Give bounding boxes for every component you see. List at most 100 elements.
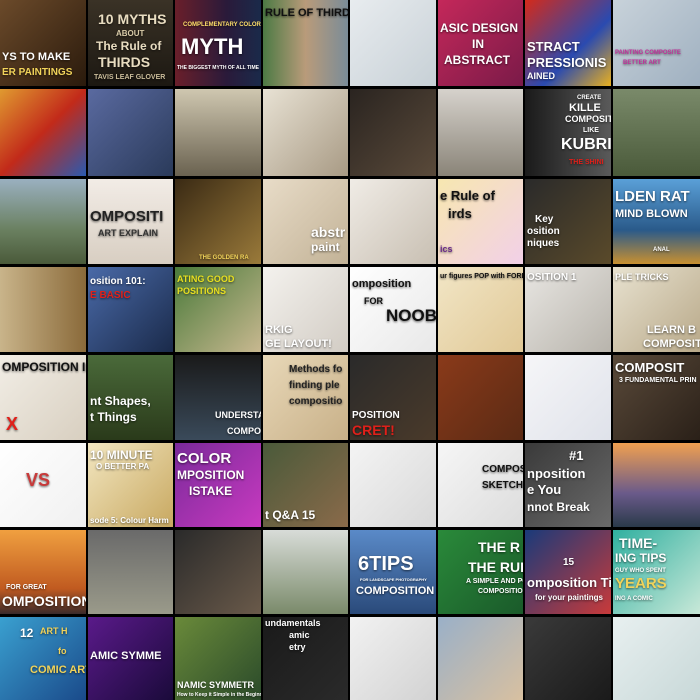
thumbnail-caption: X xyxy=(6,414,19,434)
video-thumbnail[interactable]: CREATEKILLECOMPOSITIO LIKE KUBRI THE SHINI xyxy=(525,89,611,176)
thumbnail-caption: A SIMPLE AND POWER xyxy=(466,578,523,585)
video-thumbnail[interactable] xyxy=(0,267,86,352)
thumbnail-caption: amic xyxy=(289,630,310,640)
thumbnail-caption: ING TIPS xyxy=(615,551,667,565)
video-thumbnail[interactable]: ur figures POP with FORESHOR xyxy=(438,267,523,352)
video-thumbnail[interactable] xyxy=(613,443,700,527)
thumbnail-caption: LIKE xyxy=(583,127,599,134)
video-thumbnail[interactable]: 12 ART H fo COMIC ART xyxy=(0,617,86,700)
thumbnail-caption: undamentals xyxy=(265,618,321,628)
video-thumbnail[interactable] xyxy=(88,89,173,176)
video-thumbnail[interactable] xyxy=(438,355,523,440)
video-thumbnail[interactable] xyxy=(350,179,436,264)
video-thumbnail[interactable]: POSITION CRET! xyxy=(350,355,436,440)
video-thumbnail[interactable]: VS xyxy=(0,443,86,527)
video-thumbnail[interactable]: 6TIPS FOR LANDSCAPE PHOTOGRAPHY COMPOSITIO… xyxy=(350,530,436,614)
video-thumbnail[interactable]: OSITION 1 xyxy=(525,267,611,352)
thumbnail-caption: ART H xyxy=(40,626,68,636)
thumbnail-caption: t Things xyxy=(90,410,137,424)
video-thumbnail[interactable]: e Rule of irds ics xyxy=(438,179,523,264)
video-thumbnail[interactable] xyxy=(613,617,700,700)
thumbnail-caption: MIND BLOWN xyxy=(615,208,688,220)
thumbnail-caption: IN xyxy=(472,37,484,51)
video-thumbnail[interactable]: Key osition niques xyxy=(525,179,611,264)
thumbnail-caption: nnot Break xyxy=(527,500,590,514)
video-thumbnail[interactable]: FOR GREAT OMPOSITION xyxy=(0,530,86,614)
thumbnail-caption: OMPOSITION IN xyxy=(2,360,86,374)
thumbnail-caption: OMPOSITION xyxy=(2,593,86,609)
thumbnail-caption: O BETTER PA xyxy=(96,462,150,471)
video-thumbnail[interactable] xyxy=(350,443,436,527)
video-thumbnail[interactable]: PLE TRICKS LEARN B COMPOSIT xyxy=(613,267,700,352)
thumbnail-caption: THIRDS xyxy=(98,54,151,70)
thumbnail-caption: COMPOSITION xyxy=(356,585,435,597)
video-thumbnail[interactable]: YS TO MAKE ER PAINTINGS xyxy=(0,0,86,86)
video-thumbnail[interactable] xyxy=(438,617,523,700)
thumbnail-caption: osition 101: xyxy=(90,276,146,287)
thumbnail-caption: Key xyxy=(535,214,554,225)
thumbnail-caption: fo xyxy=(58,646,67,656)
video-thumbnail[interactable] xyxy=(0,89,86,176)
video-thumbnail[interactable] xyxy=(175,530,261,614)
thumbnail-caption: ur figures POP with FORESHOR xyxy=(440,273,523,280)
video-thumbnail[interactable]: LDEN RAT MIND BLOWN ANAL xyxy=(613,179,700,264)
video-thumbnail[interactable]: omposition FOR NOOB xyxy=(350,267,436,352)
video-thumbnail[interactable] xyxy=(175,89,261,176)
thumbnail-caption: COMPO xyxy=(227,426,261,436)
video-thumbnail[interactable]: COMPLEMENTARY COLORS MYTH THE BIGGEST MYTH… xyxy=(175,0,261,86)
video-thumbnail[interactable]: COMPOSIT SKETCH xyxy=(438,443,523,527)
video-thumbnail[interactable]: Methods fo finding ple compositio xyxy=(263,355,348,440)
video-thumbnail[interactable] xyxy=(350,0,436,86)
thumbnail-caption: PAINTING COMPOSITE xyxy=(615,50,681,56)
video-thumbnail[interactable] xyxy=(350,617,436,700)
video-thumbnail[interactable] xyxy=(613,89,700,176)
video-thumbnail[interactable]: COMPOSIT 3 FUNDAMENTAL PRIN xyxy=(613,355,700,440)
thumbnail-caption: finding ple xyxy=(289,380,340,391)
thumbnail-caption: THE RULE OF THIR xyxy=(468,559,523,575)
video-thumbnail[interactable]: abstr paint xyxy=(263,179,348,264)
video-thumbnail[interactable]: RULE OF THIRDS xyxy=(263,0,348,86)
video-thumbnail[interactable] xyxy=(350,89,436,176)
thumbnail-caption: COMIC ART xyxy=(30,664,86,676)
thumbnail-caption: RULE OF THIRDS xyxy=(265,7,348,19)
video-thumbnail[interactable]: nt Shapes, t Things xyxy=(88,355,173,440)
video-thumbnail[interactable]: NAMIC SYMMETR How to Keep it Simple in th… xyxy=(175,617,261,700)
video-thumbnail[interactable]: osition 101: E BASIC xyxy=(88,267,173,352)
video-thumbnail[interactable]: STRACT PRESSIONIS AINED xyxy=(525,0,611,86)
video-thumbnail[interactable]: UNDERSTA COMPO xyxy=(175,355,261,440)
video-thumbnail[interactable] xyxy=(525,617,611,700)
video-thumbnail[interactable]: PAINTING COMPOSITE BETTER ART xyxy=(613,0,700,86)
thumbnail-caption: GUY WHO SPENT xyxy=(615,568,666,574)
thumbnail-caption: LEARN B xyxy=(647,324,696,336)
video-thumbnail[interactable]: t Q&A 15 xyxy=(263,443,348,527)
video-thumbnail[interactable]: undamentals amic etry xyxy=(263,617,348,700)
video-thumbnail[interactable]: THE GOLDEN RA xyxy=(175,179,261,264)
thumbnail-caption: AMIC SYMME xyxy=(90,650,162,662)
thumbnail-caption: omposition xyxy=(352,278,412,290)
video-thumbnail[interactable]: AMIC SYMME xyxy=(88,617,173,700)
video-thumbnail[interactable]: ASIC DESIGN IN ABSTRACT xyxy=(438,0,523,86)
video-thumbnail[interactable] xyxy=(88,530,173,614)
video-thumbnail[interactable]: THE R THE RULE OF THIR A SIMPLE AND POWER C… xyxy=(438,530,523,614)
video-thumbnail[interactable] xyxy=(525,355,611,440)
video-thumbnail[interactable] xyxy=(263,530,348,614)
thumbnail-caption: FOR xyxy=(364,296,383,306)
video-thumbnail[interactable]: TIME- ING TIPS GUY WHO SPENT YEARS ING A COM… xyxy=(613,530,700,614)
thumbnail-caption: for your paintings xyxy=(535,593,603,602)
video-thumbnail[interactable]: RKIG GE LAYOUT! xyxy=(263,267,348,352)
thumbnail-caption: TIME- xyxy=(619,535,658,551)
thumbnail-caption: nposition xyxy=(527,466,586,481)
video-thumbnail[interactable]: #1 nposition e You nnot Break xyxy=(525,443,611,527)
video-thumbnail[interactable]: 10 MYTHS ABOUT The Rule of THIRDS TAVIS LEAF… xyxy=(88,0,173,86)
video-thumbnail[interactable] xyxy=(0,179,86,264)
video-thumbnail[interactable] xyxy=(263,89,348,176)
video-thumbnail[interactable]: COLOR MPOSITION ISTAKE xyxy=(175,443,261,527)
video-thumbnail[interactable]: OMPOSITI ART EXPLAIN xyxy=(88,179,173,264)
thumbnail-caption: FOR LANDSCAPE PHOTOGRAPHY xyxy=(360,577,427,582)
video-thumbnail[interactable] xyxy=(438,89,523,176)
thumbnail-caption: 10 MYTHS xyxy=(98,11,167,27)
video-thumbnail[interactable]: 10 MINUTE O BETTER PA sode 5: Colour Harm xyxy=(88,443,173,527)
video-thumbnail[interactable]: OMPOSITION IN X xyxy=(0,355,86,440)
video-thumbnail[interactable]: 15 omposition Ti for your paintings xyxy=(525,530,611,614)
video-thumbnail[interactable]: ATING GOOD POSITIONS xyxy=(175,267,261,352)
